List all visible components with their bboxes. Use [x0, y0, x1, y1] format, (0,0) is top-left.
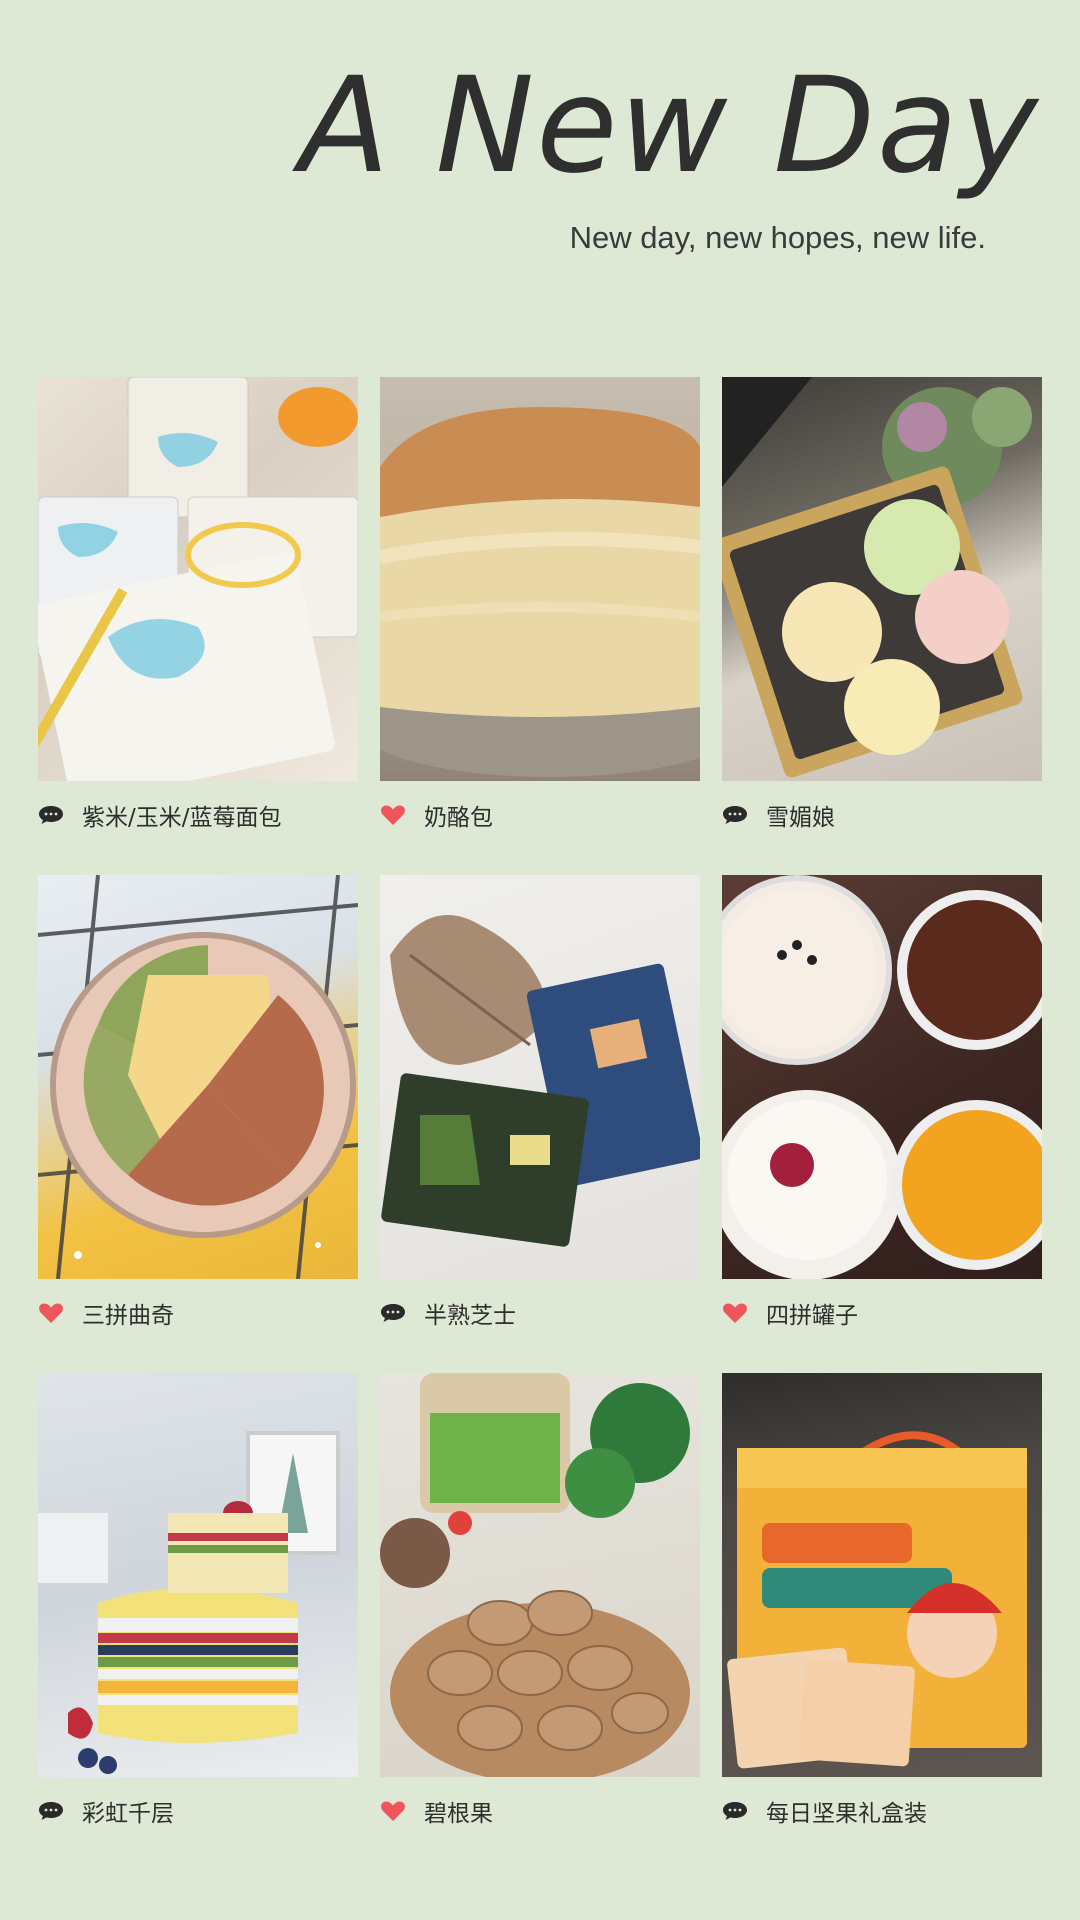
- comment-icon[interactable]: [722, 804, 748, 826]
- product-caption: 三拼曲奇: [38, 1293, 174, 1333]
- comment-icon[interactable]: [38, 1800, 64, 1822]
- product-label: 雪媚娘: [766, 805, 835, 831]
- heart-icon[interactable]: [38, 1302, 64, 1324]
- product-caption: 奶酪包: [380, 795, 493, 835]
- product-caption: 雪媚娘: [722, 795, 835, 835]
- page-subtitle: New day, new hopes, new life.: [569, 220, 986, 255]
- product-label: 彩虹千层: [82, 1801, 174, 1827]
- product-photo-pecans[interactable]: [380, 1373, 700, 1777]
- product-photo-jars[interactable]: [722, 875, 1042, 1279]
- product-card[interactable]: 三拼曲奇: [38, 875, 358, 1350]
- product-photo-cheese-bun[interactable]: [380, 377, 700, 781]
- page-title: A New Day: [299, 49, 1040, 203]
- product-caption: 每日坚果礼盒装: [722, 1791, 927, 1831]
- product-label: 奶酪包: [424, 805, 493, 831]
- product-grid: 紫米/玉米/蓝莓面包 奶酪包 雪媚娘 三拼曲奇 半熟芝士 四拼罐子 彩虹千层 碧…: [38, 377, 1042, 1848]
- product-photo-bread[interactable]: [38, 377, 358, 781]
- header: A New Day New day, new hopes, new life.: [299, 60, 1040, 256]
- product-label: 碧根果: [424, 1801, 493, 1827]
- heart-icon[interactable]: [380, 1800, 406, 1822]
- product-card[interactable]: 彩虹千层: [38, 1373, 358, 1848]
- product-card[interactable]: 碧根果: [380, 1373, 700, 1848]
- product-label: 四拼罐子: [766, 1303, 858, 1329]
- product-label: 三拼曲奇: [82, 1303, 174, 1329]
- product-photo-mochi[interactable]: [722, 377, 1042, 781]
- product-photo-nut-gift-box[interactable]: [722, 1373, 1042, 1777]
- product-card[interactable]: 四拼罐子: [722, 875, 1042, 1350]
- product-card[interactable]: 每日坚果礼盒装: [722, 1373, 1042, 1848]
- product-caption: 半熟芝士: [380, 1293, 516, 1333]
- product-label: 紫米/玉米/蓝莓面包: [82, 805, 282, 831]
- product-label: 半熟芝士: [424, 1303, 516, 1329]
- product-photo-rainbow-cake[interactable]: [38, 1373, 358, 1777]
- comment-icon[interactable]: [722, 1800, 748, 1822]
- heart-icon[interactable]: [722, 1302, 748, 1324]
- product-card[interactable]: 半熟芝士: [380, 875, 700, 1350]
- product-caption: 碧根果: [380, 1791, 493, 1831]
- product-photo-half-cheese[interactable]: [380, 875, 700, 1279]
- product-label: 每日坚果礼盒装: [766, 1801, 927, 1827]
- product-photo-cookies[interactable]: [38, 875, 358, 1279]
- product-card[interactable]: 雪媚娘: [722, 377, 1042, 852]
- product-card[interactable]: 奶酪包: [380, 377, 700, 852]
- product-card[interactable]: 紫米/玉米/蓝莓面包: [38, 377, 358, 852]
- comment-icon[interactable]: [38, 804, 64, 826]
- product-caption: 紫米/玉米/蓝莓面包: [38, 795, 282, 835]
- product-caption: 彩虹千层: [38, 1791, 174, 1831]
- product-caption: 四拼罐子: [722, 1293, 858, 1333]
- comment-icon[interactable]: [380, 1302, 406, 1324]
- heart-icon[interactable]: [380, 804, 406, 826]
